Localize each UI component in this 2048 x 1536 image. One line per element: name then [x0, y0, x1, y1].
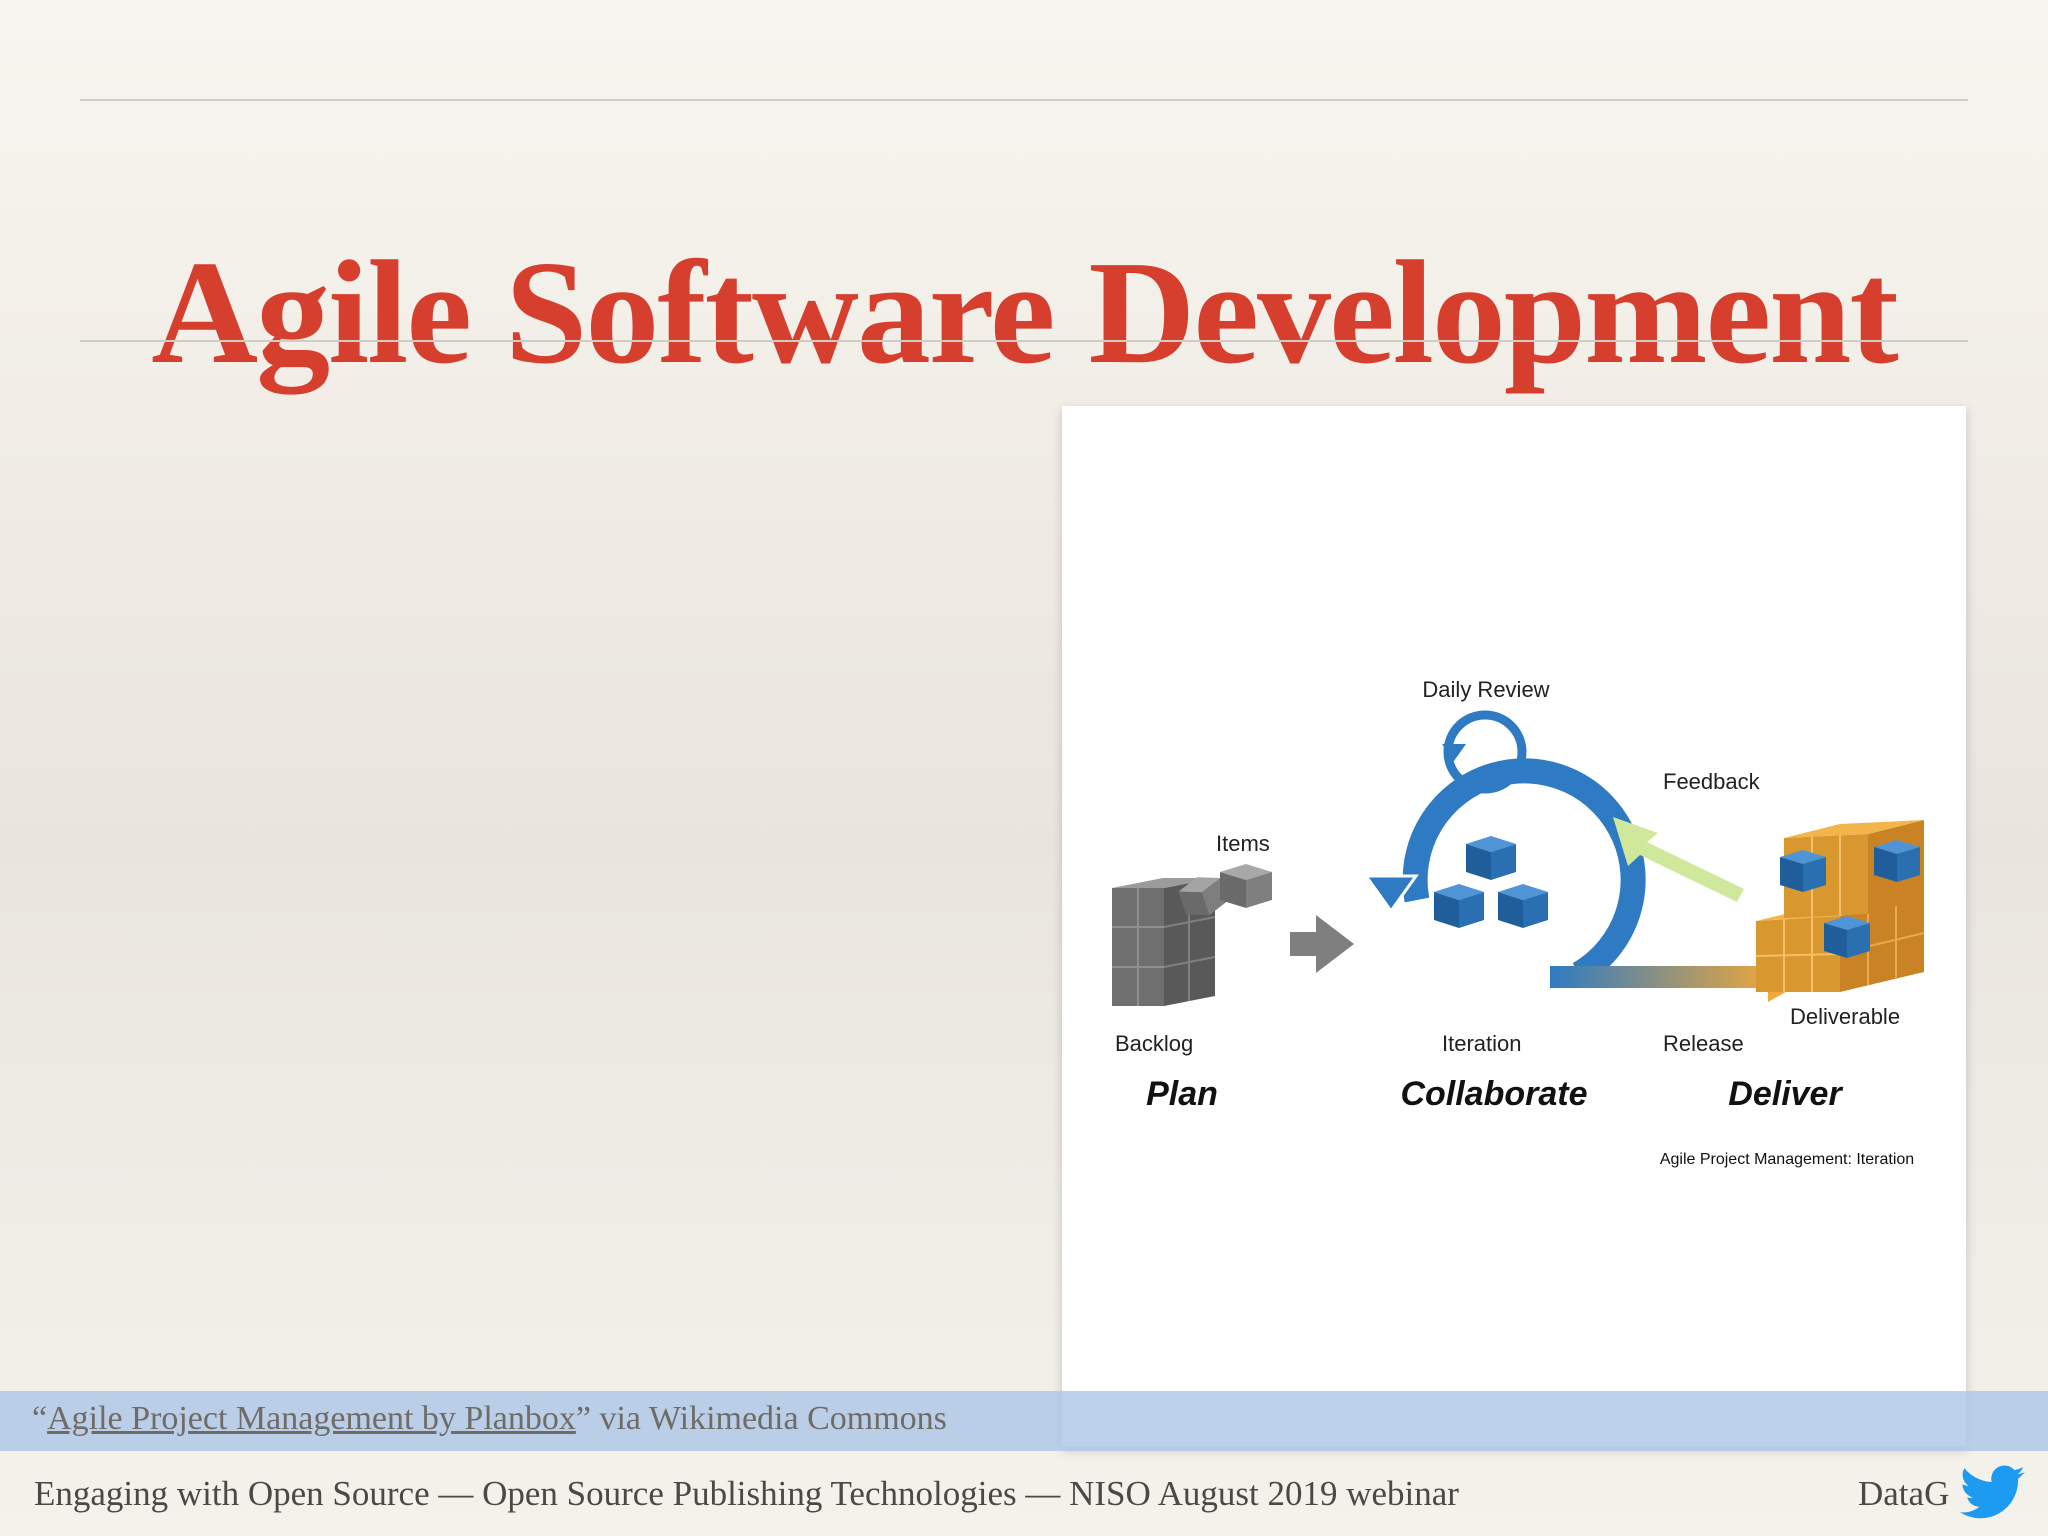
author-name: DataG	[1858, 1474, 1950, 1513]
slide-title: Agile Software Development	[151, 231, 1899, 396]
deliverable-cubes-icon	[1755, 820, 1925, 992]
label-deliverable: Deliverable	[1790, 1004, 1900, 1029]
agile-diagram: Daily Review Feedback Items Deliverable …	[1062, 406, 1966, 1446]
phase-collaborate: Collaborate	[1400, 1075, 1587, 1113]
twitter-bird-icon	[1960, 1465, 2025, 1519]
credit-link[interactable]: Agile Project Management by Planbox	[47, 1400, 576, 1437]
diagram-caption: Agile Project Management: Iteration	[1660, 1151, 1914, 1168]
label-daily-review: Daily Review	[1422, 677, 1549, 702]
label-backlog: Backlog	[1115, 1031, 1193, 1056]
phase-plan: Plan	[1146, 1075, 1218, 1113]
backlog-cubes-icon	[1112, 864, 1272, 1006]
label-iteration: Iteration	[1442, 1031, 1522, 1056]
plan-arrow-icon	[1290, 915, 1354, 973]
agile-diagram-graphic: Daily Review Feedback Items Deliverable …	[1112, 677, 1925, 1168]
credit-suffix: ” via Wikimedia Commons	[575, 1400, 947, 1437]
image-credit: “Agile Project Management by Planbox” vi…	[32, 1400, 947, 1438]
credit-open-quote: “	[32, 1400, 48, 1437]
label-release: Release	[1663, 1031, 1744, 1056]
label-items: Items	[1216, 831, 1270, 856]
phase-deliver: Deliver	[1728, 1075, 1843, 1113]
label-feedback: Feedback	[1663, 769, 1761, 794]
top-divider	[80, 99, 1968, 101]
title-divider	[80, 340, 1968, 342]
iteration-cubes-icon	[1434, 836, 1548, 928]
footer-text: Engaging with Open Source — Open Source …	[34, 1474, 1459, 1513]
